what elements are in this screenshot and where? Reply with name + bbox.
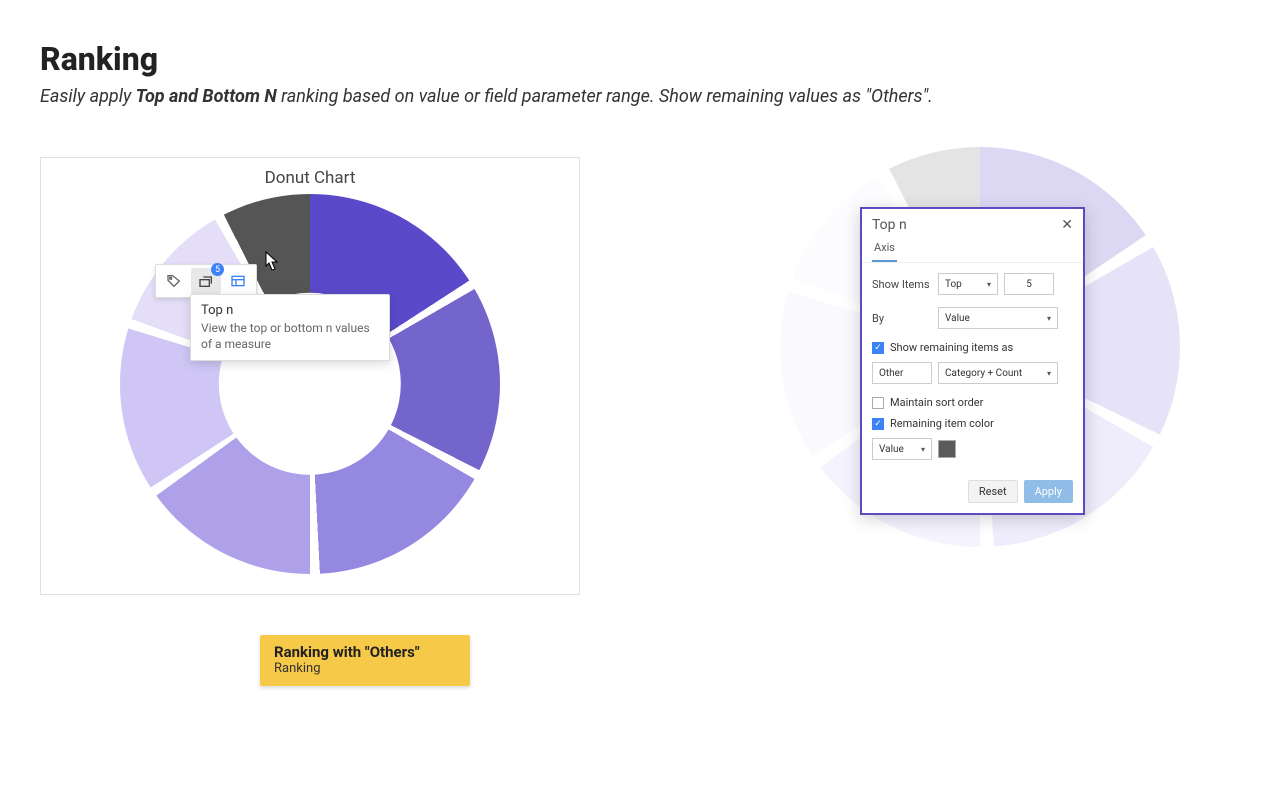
- top-n-tooltip: Top n View the top or bottom n values of…: [190, 294, 390, 361]
- other-mode-select[interactable]: Category + Count ▾: [938, 362, 1058, 384]
- show-items-mode-value: Top: [945, 279, 962, 290]
- maintain-sort-checkbox[interactable]: [872, 397, 884, 409]
- close-icon[interactable]: ✕: [1061, 217, 1073, 233]
- apply-button[interactable]: Apply: [1024, 480, 1073, 503]
- subtitle-bold: Top and Bottom N: [136, 86, 277, 107]
- remaining-color-label: Remaining item color: [890, 417, 994, 430]
- tooltip-title: Top n: [201, 303, 379, 318]
- page-title: Ranking: [40, 40, 1240, 78]
- panel-title: Top n: [872, 217, 907, 233]
- by-value: Value: [945, 313, 970, 324]
- by-label: By: [872, 312, 932, 325]
- feature-chip-subtitle: Ranking: [274, 661, 456, 676]
- chevron-down-icon: ▾: [921, 445, 925, 454]
- page-subtitle: Easily apply Top and Bottom N ranking ba…: [40, 86, 1240, 107]
- chevron-down-icon: ▾: [1047, 369, 1051, 378]
- maintain-sort-label: Maintain sort order: [890, 396, 983, 409]
- chart-title: Donut Chart: [41, 168, 579, 188]
- subtitle-suffix: ranking based on value or field paramete…: [277, 86, 933, 107]
- show-remaining-checkbox[interactable]: ✓: [872, 342, 884, 354]
- feature-chip: Ranking with "Others" Ranking: [260, 635, 470, 686]
- chevron-down-icon: ▾: [987, 280, 991, 289]
- color-mode-value: Value: [879, 444, 904, 455]
- show-items-count-input[interactable]: 5: [1004, 273, 1054, 295]
- show-items-mode-select[interactable]: Top ▾: [938, 273, 998, 295]
- tooltip-description: View the top or bottom n values of a mea…: [201, 320, 379, 352]
- show-remaining-label: Show remaining items as: [890, 341, 1013, 354]
- feature-chip-title: Ranking with "Others": [274, 643, 456, 661]
- remaining-color-checkbox[interactable]: ✓: [872, 418, 884, 430]
- top-n-panel: Top n ✕ Axis Show Items Top ▾ 5 By Value ▾: [860, 207, 1085, 515]
- other-text-input[interactable]: Other: [872, 362, 932, 384]
- donut-chart-card: Donut Chart: [40, 157, 580, 595]
- show-items-label: Show Items: [872, 278, 932, 291]
- tag-icon[interactable]: [159, 268, 189, 294]
- donut-chart[interactable]: 5 Top n View the top or bottom n values …: [120, 194, 500, 574]
- layout-icon[interactable]: [223, 268, 253, 294]
- chart-action-toolbar: 5: [155, 264, 257, 298]
- reset-button[interactable]: Reset: [968, 480, 1018, 503]
- color-mode-select[interactable]: Value ▾: [872, 438, 932, 460]
- color-swatch[interactable]: [938, 440, 956, 458]
- top-n-icon[interactable]: 5: [191, 268, 221, 294]
- other-mode-value: Category + Count: [945, 368, 1022, 379]
- by-select[interactable]: Value ▾: [938, 307, 1058, 329]
- tab-axis[interactable]: Axis: [872, 237, 897, 262]
- subtitle-prefix: Easily apply: [40, 86, 136, 107]
- chevron-down-icon: ▾: [1047, 314, 1051, 323]
